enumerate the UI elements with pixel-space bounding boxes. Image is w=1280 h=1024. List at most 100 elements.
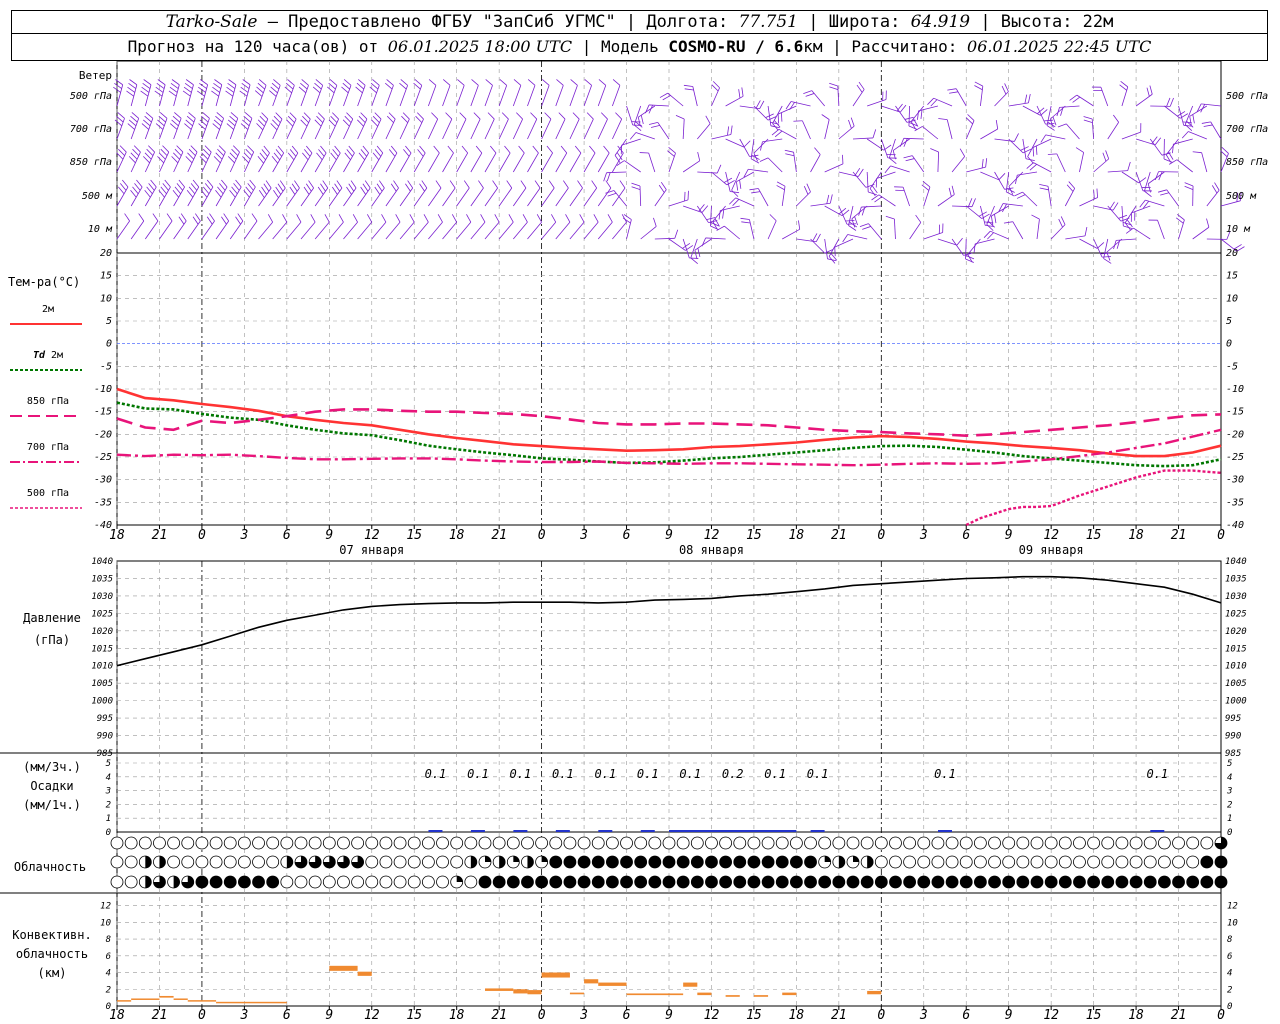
wind-barb-feather: [544, 112, 552, 120]
wind-barb-feather: [660, 181, 667, 190]
wind-barb-feather: [202, 186, 210, 195]
wind-barb: [300, 85, 309, 107]
wind-barb-feather: [272, 119, 279, 127]
wind-barb-feather: [157, 156, 165, 164]
cloud-symbol: [110, 855, 124, 869]
wind-barb-feather: [334, 145, 341, 154]
wind-barb: [1166, 189, 1179, 207]
pressure-tick-right: 990: [1225, 732, 1241, 742]
wind-barb: [1045, 134, 1066, 140]
wind-barb-feather: [374, 149, 382, 157]
time-tick-temp: 3: [919, 528, 928, 543]
wind-barb-feather: [1184, 182, 1194, 187]
wind-barb-feather: [154, 90, 163, 97]
wind-barb-feather: [1001, 85, 1007, 95]
wind-barb-feather: [316, 115, 324, 123]
wind-barb-feather: [263, 183, 270, 192]
cloud-symbol: [365, 855, 379, 869]
wind-barb-feather: [777, 114, 780, 124]
precip-amount-label: 0.2: [722, 767, 744, 781]
wind-barb-feather: [605, 180, 612, 189]
wind-barb: [130, 118, 140, 140]
wind-barb-feather: [1206, 218, 1210, 228]
wind-barb-feather: [400, 79, 408, 86]
wind-barb-feather: [1084, 226, 1088, 236]
cloud-symbol: [1172, 836, 1185, 850]
wind-barb: [456, 85, 465, 107]
wind-barb-feather: [751, 191, 761, 194]
wind-barb-feather: [173, 152, 180, 160]
wind-barb-feather: [372, 152, 380, 161]
wind-barb-feather: [466, 214, 472, 223]
conv-cloud-bar: [329, 965, 358, 971]
wind-barb-feather: [974, 85, 983, 91]
wind-barb-feather: [301, 79, 309, 86]
wind-barb: [357, 85, 366, 107]
wind-barb: [980, 128, 998, 140]
cloud-symbol: [280, 836, 294, 850]
wind-barb-feather: [131, 112, 139, 119]
wind-barb: [286, 187, 300, 207]
wind-barb-feather: [259, 115, 267, 123]
wind-barb: [512, 187, 527, 207]
wind-barb: [1116, 238, 1137, 241]
time-tick-bottom: 9: [325, 1008, 333, 1023]
cloud-symbol: [747, 836, 761, 850]
wind-barb-feather: [273, 152, 281, 161]
cloud-symbol: [761, 855, 775, 869]
temp-tick-right: 5: [1226, 316, 1232, 327]
wind-barb-feather: [461, 145, 469, 154]
wind-barb: [555, 187, 569, 207]
conv-cloud-bar: [867, 990, 882, 995]
cloud-symbol: [860, 875, 874, 889]
wind-barb: [456, 152, 469, 173]
wind-level-left: 700 гПа: [70, 124, 112, 135]
cloud-symbol: [167, 836, 181, 850]
cloud-symbol: [506, 875, 520, 889]
wind-barb: [1033, 162, 1052, 173]
wind-barb-feather: [862, 226, 871, 230]
temp-tick-right: 20: [1226, 248, 1238, 259]
wind-barb-feather: [178, 179, 185, 188]
wind-barb: [569, 152, 582, 173]
wind-barb-feather: [971, 198, 976, 207]
precip-tick-right: 3: [1226, 787, 1232, 797]
wind-barb: [343, 187, 357, 207]
wind-barb-feather: [372, 115, 380, 123]
cloud-symbol: [1172, 875, 1185, 889]
wind-barb-feather: [423, 214, 429, 223]
wind-barb-feather: [390, 183, 397, 192]
cloud-symbol: [223, 855, 237, 869]
cloud-symbol: [789, 836, 803, 850]
cloud-symbol: [1087, 875, 1101, 889]
wind-barb-feather: [257, 119, 265, 127]
wind-barb-feather: [968, 198, 973, 207]
wind-barb: [1145, 199, 1165, 207]
wind-barb-feather: [172, 190, 179, 198]
cloud-symbol: [889, 836, 902, 850]
wind-barb: [1091, 119, 1095, 140]
time-tick-temp: 6: [623, 528, 631, 543]
wind-barb-feather: [146, 186, 153, 195]
wind-barb-feather: [1040, 134, 1047, 143]
wind-barb: [635, 132, 655, 140]
wind-barb-feather: [471, 79, 479, 86]
conv-cloud-bar: [584, 979, 599, 984]
wind-barb-feather: [346, 112, 354, 120]
wind-barb-feather: [694, 250, 698, 260]
cloud-symbol: [988, 855, 1001, 869]
wind-barb: [772, 105, 783, 124]
wind-barb-feather: [164, 179, 171, 188]
cloud-sector: [159, 856, 166, 868]
wind-barb-feather: [348, 183, 355, 192]
wind-barb-feather: [683, 84, 693, 87]
wind-barb: [838, 125, 855, 140]
wind-barb: [965, 120, 975, 140]
wind-barb: [201, 118, 210, 140]
wind-barb-feather: [1047, 153, 1057, 155]
time-tick-bottom: 9: [1005, 1008, 1013, 1023]
wind-barb: [810, 202, 831, 207]
wind-barb: [413, 85, 423, 107]
wind-barb-feather: [294, 180, 300, 189]
precip-tick-left: 4: [106, 773, 111, 783]
